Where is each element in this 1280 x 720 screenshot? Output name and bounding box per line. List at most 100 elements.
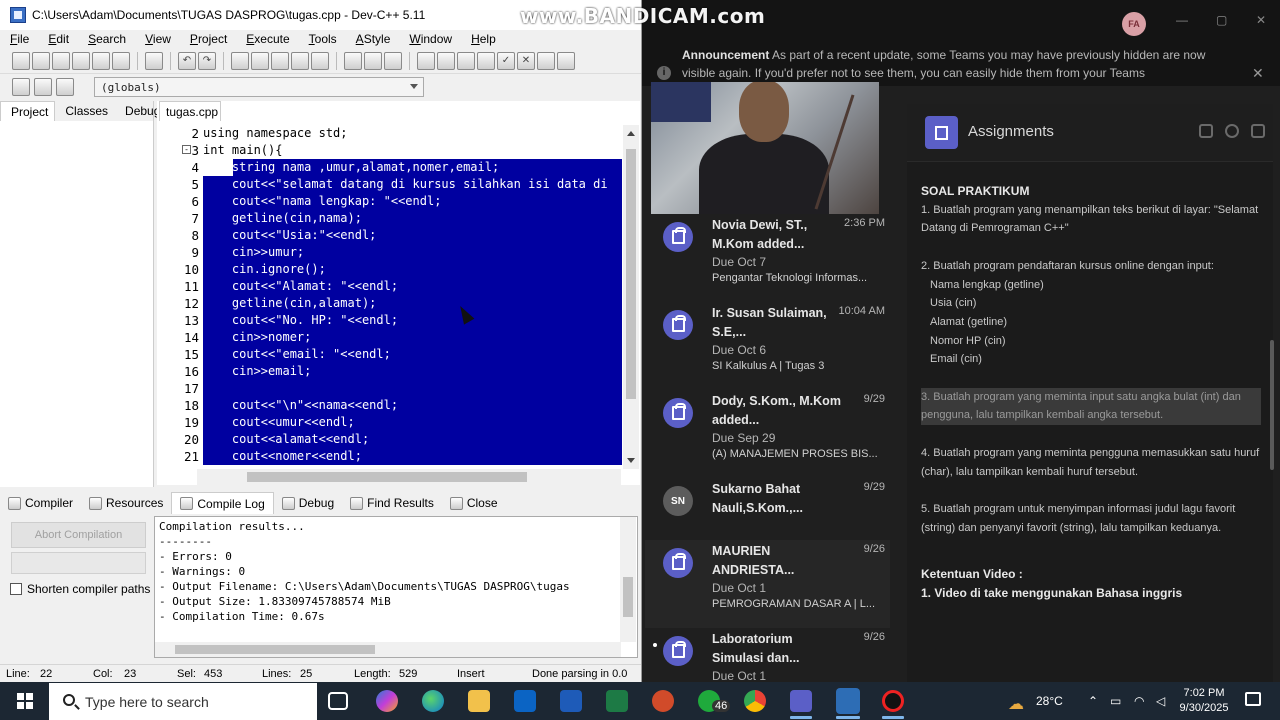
bookmark-icon[interactable] (384, 51, 402, 70)
code-line[interactable]: 16 cin>>email; (157, 363, 622, 380)
tab-debug-bottom[interactable]: Debug (274, 492, 342, 514)
file-tab[interactable]: tugas.cpp (159, 101, 221, 121)
windows-start-icon[interactable] (17, 693, 33, 709)
replace-icon[interactable] (251, 51, 269, 70)
tab-find-results[interactable]: Find Results (342, 492, 442, 514)
save-all-icon[interactable] (72, 51, 90, 70)
devcpp-taskbar-icon[interactable] (836, 688, 860, 714)
scroll-up-icon[interactable] (627, 131, 635, 136)
goto-icon[interactable] (56, 78, 74, 96)
assignment-item[interactable]: Laboratorium Simulasi dan... 9/26 Due Oct … (645, 628, 890, 682)
tab-compiler[interactable]: Compiler (0, 492, 81, 514)
close-all-icon[interactable] (112, 51, 130, 70)
menu-execute[interactable]: Execute (236, 32, 298, 46)
code-line[interactable]: 10 cin.ignore(); (157, 261, 622, 278)
refresh-icon[interactable] (1225, 124, 1239, 138)
notification-icon[interactable] (1245, 692, 1261, 706)
menu-astyle[interactable]: AStyle (346, 32, 400, 46)
menu-help[interactable]: Help (461, 32, 505, 46)
new-file-icon[interactable] (12, 51, 30, 70)
find-next-icon[interactable] (271, 51, 289, 70)
menu-edit[interactable]: Edit (38, 32, 78, 46)
close-announcement-icon[interactable]: ✕ (1252, 64, 1264, 82)
compile-icon[interactable] (417, 51, 435, 70)
forward-icon[interactable] (364, 51, 382, 70)
edge-icon[interactable] (422, 690, 444, 712)
assignment-item[interactable]: MAURIEN ANDRIESTA... 9/26 Due Oct 1 PEMROGR… (645, 540, 890, 628)
chrome-icon[interactable] (744, 690, 766, 712)
scroll-down-icon[interactable] (627, 458, 635, 463)
outlook-icon[interactable] (514, 690, 536, 712)
code-editor[interactable]: tugas.cpp 2 using namespace std; -3 int mai… (157, 101, 640, 485)
code-line[interactable]: 19 cout<<umur<<endl; (157, 414, 622, 431)
tray-chevron-icon[interactable]: ⌃ (1088, 694, 1098, 708)
save-icon[interactable] (52, 51, 70, 70)
code-area[interactable]: 2 using namespace std; -3 int main(){4 stri… (157, 123, 622, 469)
code-line[interactable]: 6 cout<<"nama lengkap: "<<endl; (157, 193, 622, 210)
redo-icon[interactable]: ↷ (198, 51, 216, 70)
clock[interactable]: 7:02 PM 9/30/2025 (1174, 686, 1234, 716)
code-line[interactable]: 7 getline(cin,nama); (157, 210, 622, 227)
tab-classes[interactable]: Classes (55, 101, 115, 121)
code-line[interactable]: 4 string nama ,umur,alamat,nomer,email; (157, 159, 622, 176)
assignment-item[interactable]: Ir. Susan Sulaiman, S.E,... 10:04 AM Due O… (645, 302, 890, 390)
code-line[interactable]: 11 cout<<"Alamat: "<<endl; (157, 278, 622, 295)
chart-icon[interactable] (537, 51, 555, 70)
log-vertical-scrollbar[interactable] (620, 517, 636, 642)
code-line[interactable]: 12 getline(cin,alamat); (157, 295, 622, 312)
back-icon[interactable] (344, 51, 362, 70)
code-line[interactable]: 21 cout<<nomer<<endl; (157, 448, 622, 465)
excel-icon[interactable] (606, 690, 628, 712)
menu-file[interactable]: File (0, 32, 38, 46)
assignment-item[interactable]: Novia Dewi, ST., M.Kom added... 2:36 PM Du… (645, 214, 890, 302)
print-icon[interactable] (145, 51, 163, 70)
file-explorer-icon[interactable] (468, 690, 490, 712)
volume-icon[interactable]: ◁ (1156, 694, 1165, 708)
wifi-icon[interactable]: ◠ (1134, 694, 1144, 708)
taskbar-search-box[interactable]: Type here to search (49, 683, 317, 720)
log-horizontal-scrollbar[interactable] (155, 642, 621, 657)
assignment-item[interactable]: Dody, S.Kom., M.Kom added... 9/29 Due Sep … (645, 390, 890, 478)
editor-horizontal-scrollbar[interactable] (197, 469, 621, 485)
search-placeholder[interactable]: Type here to search (85, 694, 209, 710)
bandicam-icon[interactable] (882, 690, 904, 712)
debug-icon[interactable] (557, 51, 575, 70)
powerpoint-icon[interactable] (652, 690, 674, 712)
code-line[interactable]: 9 cin>>umur; (157, 244, 622, 261)
menu-search[interactable]: Search (78, 32, 135, 46)
code-line[interactable]: 2 using namespace std; (157, 125, 622, 142)
code-line[interactable]: 5 cout<<"selamat datang di kursus silahk… (157, 176, 622, 193)
code-line[interactable]: 13 cout<<"No. HP: "<<endl; (157, 312, 622, 329)
run-icon[interactable] (437, 51, 455, 70)
code-line[interactable]: 18 cout<<"\n"<<nama<<endl; (157, 397, 622, 414)
avatar[interactable]: FA (1122, 12, 1146, 36)
code-line[interactable]: 8 cout<<"Usia:"<<endl; (157, 227, 622, 244)
code-line[interactable]: 15 cout<<"email: "<<endl; (157, 346, 622, 363)
editor-vertical-scrollbar[interactable] (623, 125, 639, 469)
tab-close[interactable]: Close (442, 492, 506, 514)
teams-icon[interactable] (790, 690, 812, 712)
menu-project[interactable]: Project (180, 32, 236, 46)
close-file-icon[interactable] (92, 51, 110, 70)
undo-icon[interactable]: ↶ (178, 51, 196, 70)
indent-icon[interactable] (311, 51, 329, 70)
more-icon[interactable] (1251, 124, 1265, 138)
detail-scrollbar[interactable] (1270, 340, 1274, 470)
tab-project[interactable]: Project (0, 101, 56, 121)
weather-icon[interactable]: ☁ (1008, 694, 1024, 714)
compile-run-icon[interactable] (457, 51, 475, 70)
menu-tools[interactable]: Tools (299, 32, 346, 46)
tab-compile-log[interactable]: Compile Log (171, 492, 274, 514)
maximize-icon[interactable]: ▢ (1216, 14, 1228, 26)
stop-icon[interactable]: ✕ (517, 51, 535, 70)
tab-resources[interactable]: Resources (81, 492, 171, 514)
code-line[interactable]: 14 cin>>nomer; (157, 329, 622, 346)
goto-line-icon[interactable] (291, 51, 309, 70)
temperature[interactable]: 28°C (1036, 694, 1063, 708)
find-icon[interactable] (231, 51, 249, 70)
network-icon[interactable]: ▭ (1110, 694, 1121, 708)
task-view-icon[interactable] (328, 692, 348, 710)
globals-dropdown[interactable]: (globals) (94, 77, 424, 97)
shorten-paths-checkbox[interactable]: Shorten compiler paths (10, 582, 150, 596)
copilot-icon[interactable] (376, 690, 398, 712)
